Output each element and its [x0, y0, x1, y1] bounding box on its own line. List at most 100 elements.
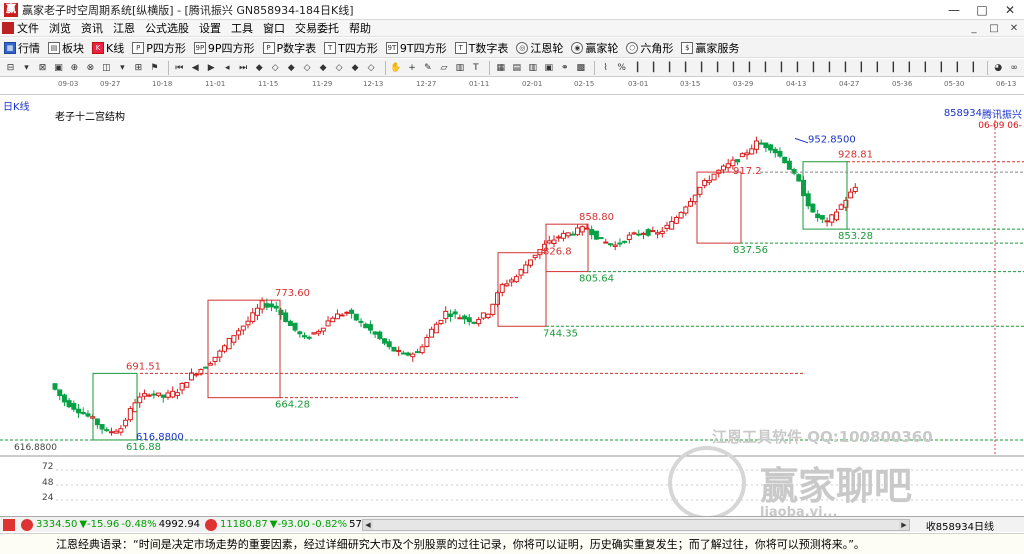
- candle-body: [170, 390, 176, 398]
- toolbar-gann-wheel[interactable]: ◎ 江恩轮: [512, 40, 567, 56]
- toolbar-winner-wheel[interactable]: ◉ 赢家轮: [567, 40, 622, 56]
- tool-b-icon[interactable]: ⊗: [84, 61, 97, 74]
- bar-icon[interactable]: ▥: [453, 61, 466, 74]
- link-icon[interactable]: ⚭: [558, 61, 571, 74]
- menu-info[interactable]: 资讯: [76, 20, 108, 36]
- scroll-right-icon[interactable]: ▶: [899, 520, 909, 530]
- zoom-icon[interactable]: ▣: [52, 61, 65, 74]
- menu-help[interactable]: 帮助: [344, 20, 376, 36]
- bars-9-icon[interactable]: ┃: [759, 61, 772, 74]
- menu-trade[interactable]: 交易委托: [290, 20, 344, 36]
- bars-6-icon[interactable]: ┃: [711, 61, 724, 74]
- diamond-3-icon[interactable]: ◆: [285, 61, 298, 74]
- bars-14-icon[interactable]: ┃: [839, 61, 852, 74]
- menu-formula-screen[interactable]: 公式选股: [140, 20, 194, 36]
- net-icon[interactable]: ⊠: [36, 61, 49, 74]
- maximize-button[interactable]: □: [968, 0, 996, 20]
- text-icon[interactable]: T: [469, 61, 482, 74]
- bars-5-icon[interactable]: ┃: [695, 61, 708, 74]
- first-icon[interactable]: ⏮: [173, 61, 186, 74]
- table-icon[interactable]: ▥: [526, 61, 539, 74]
- menu-gann[interactable]: 江恩: [108, 20, 140, 36]
- toolbar-9p-square[interactable]: 9P 9P四方形: [190, 40, 259, 56]
- kline-chart[interactable]: 691.51 616.8800 616.88 773.60 664.28 744.35 82…: [0, 95, 1024, 516]
- menu-window[interactable]: 窗口: [258, 20, 290, 36]
- candle-body: [236, 330, 242, 336]
- diamond-2-icon[interactable]: ◇: [269, 61, 282, 74]
- toolbar-hexagon[interactable]: ⬡ 六角形: [622, 40, 677, 56]
- toolbar-t-number-table[interactable]: T T数字表: [451, 40, 513, 56]
- bars-15-icon[interactable]: ┃: [855, 61, 868, 74]
- menu-browse[interactable]: 浏览: [44, 20, 76, 36]
- tool-f-icon[interactable]: ▩: [574, 61, 587, 74]
- menu-file[interactable]: 文件: [0, 20, 44, 36]
- kline-chart-area[interactable]: 691.51 616.8800 616.88 773.60 664.28 744.35 82…: [0, 95, 1024, 516]
- bars-17-icon[interactable]: ┃: [887, 61, 900, 74]
- toolbar-p-square[interactable]: P P四方形: [128, 40, 190, 56]
- bars-2-icon[interactable]: ┃: [647, 61, 660, 74]
- diamond-4-icon[interactable]: ◇: [301, 61, 314, 74]
- bars-21-icon[interactable]: ┃: [951, 61, 964, 74]
- tool-e-icon[interactable]: ⊞: [132, 61, 145, 74]
- menu-tools[interactable]: 工具: [226, 20, 258, 36]
- toolbar-service[interactable]: $ 赢家服务: [677, 40, 743, 56]
- bars-3-icon[interactable]: ┃: [663, 61, 676, 74]
- bars-10-icon[interactable]: ┃: [775, 61, 788, 74]
- layout-icon[interactable]: ⊟: [4, 61, 17, 74]
- dropdown-arrow-icon[interactable]: ▾: [20, 61, 33, 74]
- cycle-icon[interactable]: ⌇: [599, 61, 612, 74]
- infinity-icon[interactable]: ∞: [1008, 61, 1021, 74]
- prev-icon[interactable]: ◀: [189, 61, 202, 74]
- close-button[interactable]: ✕: [996, 0, 1024, 20]
- index-grid-icon[interactable]: [3, 518, 15, 531]
- play-icon[interactable]: ▶: [205, 61, 218, 74]
- period-label[interactable]: 日K线: [3, 98, 30, 113]
- pen-icon[interactable]: ✎: [421, 61, 434, 74]
- last-icon[interactable]: ⏭: [237, 61, 250, 74]
- tool-a-icon[interactable]: ⊕: [68, 61, 81, 74]
- toolbar-p-number-table[interactable]: P P数字表: [259, 40, 321, 56]
- flag-icon[interactable]: ⚑: [148, 61, 161, 74]
- bars-18-icon[interactable]: ┃: [903, 61, 916, 74]
- tool-d-icon[interactable]: ▾: [116, 61, 129, 74]
- diamond-7-icon[interactable]: ◆: [349, 61, 362, 74]
- diamond-8-icon[interactable]: ◇: [365, 61, 378, 74]
- color-wheel-icon[interactable]: ◕: [992, 61, 1005, 74]
- bars-1-icon[interactable]: ┃: [631, 61, 644, 74]
- bars-11-icon[interactable]: ┃: [791, 61, 804, 74]
- minimize-button[interactable]: —: [940, 0, 968, 20]
- toolbar-t-square[interactable]: T T四方形: [320, 40, 382, 56]
- toolbar-quote[interactable]: ▦ 行情: [0, 40, 44, 56]
- horizontal-scrollbar[interactable]: ◀ ▶: [362, 519, 910, 531]
- toolbar-kline[interactable]: K K线: [88, 40, 128, 56]
- diamond-1-icon[interactable]: ◆: [253, 61, 266, 74]
- bars-13-icon[interactable]: ┃: [823, 61, 836, 74]
- mdi-close-button[interactable]: ✕: [1004, 20, 1024, 37]
- save-icon[interactable]: ▣: [542, 61, 555, 74]
- diamond-5-icon[interactable]: ◆: [317, 61, 330, 74]
- bars-7-icon[interactable]: ┃: [727, 61, 740, 74]
- percent-icon[interactable]: %: [615, 61, 628, 74]
- bars-20-icon[interactable]: ┃: [935, 61, 948, 74]
- bars-19-icon[interactable]: ┃: [919, 61, 932, 74]
- grid-icon[interactable]: ▤: [510, 61, 523, 74]
- back-icon[interactable]: ◂: [221, 61, 234, 74]
- tool-c-icon[interactable]: ◫: [100, 61, 113, 74]
- toolbar-sector[interactable]: ▤ 板块: [44, 40, 88, 56]
- mdi-minimize-button[interactable]: _: [964, 20, 984, 37]
- bars-12-icon[interactable]: ┃: [807, 61, 820, 74]
- calendar-icon[interactable]: ▦: [494, 61, 507, 74]
- bars-4-icon[interactable]: ┃: [679, 61, 692, 74]
- bars-22-icon[interactable]: ┃: [967, 61, 980, 74]
- candle-body: [730, 159, 736, 167]
- diamond-6-icon[interactable]: ◇: [333, 61, 346, 74]
- menu-settings[interactable]: 设置: [194, 20, 226, 36]
- crosshair-icon[interactable]: +: [405, 61, 418, 74]
- shape-icon[interactable]: ▱: [437, 61, 450, 74]
- mdi-restore-button[interactable]: □: [984, 20, 1004, 37]
- scroll-left-icon[interactable]: ◀: [363, 520, 373, 530]
- bars-8-icon[interactable]: ┃: [743, 61, 756, 74]
- hand-icon[interactable]: ✋: [389, 61, 402, 74]
- toolbar-9t-square[interactable]: 9T 9T四方形: [382, 40, 451, 56]
- bars-16-icon[interactable]: ┃: [871, 61, 884, 74]
